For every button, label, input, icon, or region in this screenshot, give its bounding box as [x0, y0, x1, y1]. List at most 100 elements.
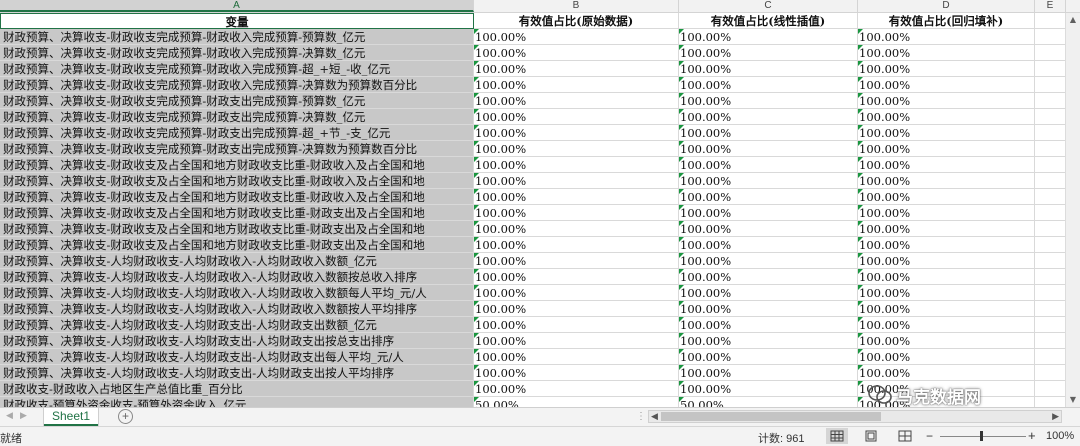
cell-variable[interactable]: 财政预算、决算收支-财政收支及占全国和地方财政收支比重-财政收入及占全国和地	[0, 173, 474, 189]
scroll-up-icon[interactable]: ▲	[1068, 15, 1078, 25]
cell-raw-ratio[interactable]: 100.00%	[474, 269, 679, 285]
cell-raw-ratio[interactable]: 100.00%	[474, 125, 679, 141]
column-header-c[interactable]: C	[679, 0, 858, 12]
cell-variable[interactable]: 财政收支-预算外资金收支-预算外资金收入_亿元	[0, 397, 474, 407]
cell-linear-ratio[interactable]: 50.00%	[679, 397, 858, 407]
cell-raw-ratio[interactable]: 100.00%	[474, 29, 679, 45]
scroll-thumb[interactable]	[661, 412, 881, 421]
cell-regression-ratio[interactable]: 100.00%	[858, 141, 1035, 157]
cell-variable[interactable]: 财政预算、决算收支-人均财政收支-人均财政支出-人均财政支出每人平均_元/人	[0, 349, 474, 365]
cell-linear-ratio[interactable]: 100.00%	[679, 45, 858, 61]
cell-linear-ratio[interactable]: 100.00%	[679, 141, 858, 157]
page-layout-icon[interactable]	[860, 428, 882, 444]
cell-linear-ratio[interactable]: 100.00%	[679, 205, 858, 221]
column-header-e[interactable]: E	[1035, 0, 1066, 12]
cell-raw-ratio[interactable]: 100.00%	[474, 237, 679, 253]
cell-raw-ratio[interactable]: 100.00%	[474, 221, 679, 237]
cell-linear-ratio[interactable]: 100.00%	[679, 285, 858, 301]
zoom-slider[interactable]	[940, 436, 1026, 437]
column-header-a[interactable]: A	[0, 0, 474, 12]
cell-regression-ratio[interactable]: 100.00%	[858, 29, 1035, 45]
cell-raw-ratio[interactable]: 100.00%	[474, 317, 679, 333]
cell-variable[interactable]: 财政预算、决算收支-人均财政收支-人均财政支出-人均财政支出数额_亿元	[0, 317, 474, 333]
tab-splitter-handle[interactable]: ⋮	[636, 411, 646, 422]
page-break-preview-icon[interactable]	[894, 428, 916, 444]
cell-regression-ratio[interactable]: 100.00%	[858, 285, 1035, 301]
add-sheet-icon[interactable]: +	[118, 409, 133, 424]
cell-raw-ratio[interactable]: 100.00%	[474, 173, 679, 189]
cell-linear-ratio[interactable]: 100.00%	[679, 61, 858, 77]
cell-variable[interactable]: 财政预算、决算收支-人均财政收支-人均财政收入-人均财政收入数额按总收入排序	[0, 269, 474, 285]
cell-variable[interactable]: 财政预算、决算收支-人均财政收支-人均财政收入-人均财政收入数额每人平均_元/人	[0, 285, 474, 301]
cell-regression-ratio[interactable]: 100.00%	[858, 109, 1035, 125]
column-header-d[interactable]: D	[858, 0, 1035, 12]
cell-variable[interactable]: 财政预算、决算收支-财政收支完成预算-财政支出完成预算-超_+节_-支_亿元	[0, 125, 474, 141]
cell-raw-ratio[interactable]: 100.00%	[474, 61, 679, 77]
cell-linear-ratio[interactable]: 100.00%	[679, 365, 858, 381]
cell-regression-ratio[interactable]: 100.00%	[858, 189, 1035, 205]
cell-variable[interactable]: 财政预算、决算收支-财政收支完成预算-财政收入完成预算-预算数_亿元	[0, 29, 474, 45]
scroll-right-icon[interactable]: ▶	[1052, 411, 1059, 422]
scroll-left-icon[interactable]: ◀	[651, 411, 658, 422]
cell-raw-ratio[interactable]: 100.00%	[474, 77, 679, 93]
cell-linear-ratio[interactable]: 100.00%	[679, 189, 858, 205]
cell-linear-ratio[interactable]: 100.00%	[679, 269, 858, 285]
cell-raw-ratio[interactable]: 100.00%	[474, 253, 679, 269]
cell-raw-ratio[interactable]: 50.00%	[474, 397, 679, 407]
cell-linear-ratio[interactable]: 100.00%	[679, 333, 858, 349]
cell-raw-ratio[interactable]: 100.00%	[474, 301, 679, 317]
cell-regression-ratio[interactable]: 100.00%	[858, 173, 1035, 189]
cell-regression-ratio[interactable]: 100.00%	[858, 333, 1035, 349]
cell-linear-ratio[interactable]: 100.00%	[679, 349, 858, 365]
cell-linear-ratio[interactable]: 100.00%	[679, 253, 858, 269]
cell-linear-ratio[interactable]: 100.00%	[679, 125, 858, 141]
cell-header-linear[interactable]: 有效值占比(线性插值)	[679, 13, 858, 29]
prev-sheet-icon[interactable]: ◀	[6, 410, 13, 421]
cell-raw-ratio[interactable]: 100.00%	[474, 157, 679, 173]
cell-regression-ratio[interactable]: 100.00%	[858, 61, 1035, 77]
cell-variable[interactable]: 财政预算、决算收支-财政收支完成预算-财政收入完成预算-决算数_亿元	[0, 45, 474, 61]
cell-header-variable[interactable]: 变量	[0, 13, 474, 29]
cell-variable[interactable]: 财政预算、决算收支-人均财政收支-人均财政支出-人均财政支出按总支出排序	[0, 333, 474, 349]
zoom-slider-thumb[interactable]	[980, 431, 983, 441]
cell-raw-ratio[interactable]: 100.00%	[474, 285, 679, 301]
cell-variable[interactable]: 财政预算、决算收支-财政收支完成预算-财政支出完成预算-预算数_亿元	[0, 93, 474, 109]
cell-raw-ratio[interactable]: 100.00%	[474, 333, 679, 349]
scroll-down-icon[interactable]: ▼	[1068, 395, 1078, 405]
cell-regression-ratio[interactable]: 100.00%	[858, 221, 1035, 237]
next-sheet-icon[interactable]: ▶	[20, 410, 27, 421]
cell-linear-ratio[interactable]: 100.00%	[679, 93, 858, 109]
cell-variable[interactable]: 财政预算、决算收支-财政收支完成预算-财政收入完成预算-决算数为预算数百分比	[0, 77, 474, 93]
horizontal-scrollbar[interactable]: ◀ ▶	[648, 410, 1062, 423]
cell-raw-ratio[interactable]: 100.00%	[474, 109, 679, 125]
cell-linear-ratio[interactable]: 100.00%	[679, 317, 858, 333]
cell-regression-ratio[interactable]: 100.00%	[858, 205, 1035, 221]
cell-linear-ratio[interactable]: 100.00%	[679, 109, 858, 125]
cell-regression-ratio[interactable]: 100.00%	[858, 77, 1035, 93]
normal-view-icon[interactable]	[826, 428, 848, 444]
cell-variable[interactable]: 财政预算、决算收支-财政收支及占全国和地方财政收支比重-财政收入及占全国和地	[0, 189, 474, 205]
cell-regression-ratio[interactable]: 100.00%	[858, 45, 1035, 61]
cell-linear-ratio[interactable]: 100.00%	[679, 173, 858, 189]
cell-variable[interactable]: 财政预算、决算收支-财政收支及占全国和地方财政收支比重-财政支出及占全国和地	[0, 205, 474, 221]
cell-regression-ratio[interactable]: 100.00%	[858, 157, 1035, 173]
cell-raw-ratio[interactable]: 100.00%	[474, 141, 679, 157]
cell-regression-ratio[interactable]: 100.00%	[858, 253, 1035, 269]
zoom-level[interactable]: 100%	[1046, 430, 1074, 442]
cell-regression-ratio[interactable]: 100.00%	[858, 349, 1035, 365]
cell-variable[interactable]: 财政预算、决算收支-财政收支及占全国和地方财政收支比重-财政支出及占全国和地	[0, 221, 474, 237]
cell-regression-ratio[interactable]: 100.00%	[858, 317, 1035, 333]
cell-variable[interactable]: 财政收支-财政收入占地区生产总值比重_百分比	[0, 381, 474, 397]
cell-regression-ratio[interactable]: 100.00%	[858, 365, 1035, 381]
cell-raw-ratio[interactable]: 100.00%	[474, 189, 679, 205]
column-header-b[interactable]: B	[474, 0, 679, 12]
cell-variable[interactable]: 财政预算、决算收支-财政收支完成预算-财政支出完成预算-决算数为预算数百分比	[0, 141, 474, 157]
cell-variable[interactable]: 财政预算、决算收支-人均财政收支-人均财政收入-人均财政收入数额_亿元	[0, 253, 474, 269]
sheet-tab-sheet1[interactable]: Sheet1	[44, 408, 98, 426]
cell-regression-ratio[interactable]: 100.00%	[858, 269, 1035, 285]
cell-variable[interactable]: 财政预算、决算收支-人均财政收支-人均财政支出-人均财政支出按人平均排序	[0, 365, 474, 381]
zoom-in-button[interactable]: +	[1028, 428, 1036, 443]
cell-variable[interactable]: 财政预算、决算收支-财政收支及占全国和地方财政收支比重-财政支出及占全国和地	[0, 237, 474, 253]
cell-linear-ratio[interactable]: 100.00%	[679, 301, 858, 317]
cell-raw-ratio[interactable]: 100.00%	[474, 205, 679, 221]
